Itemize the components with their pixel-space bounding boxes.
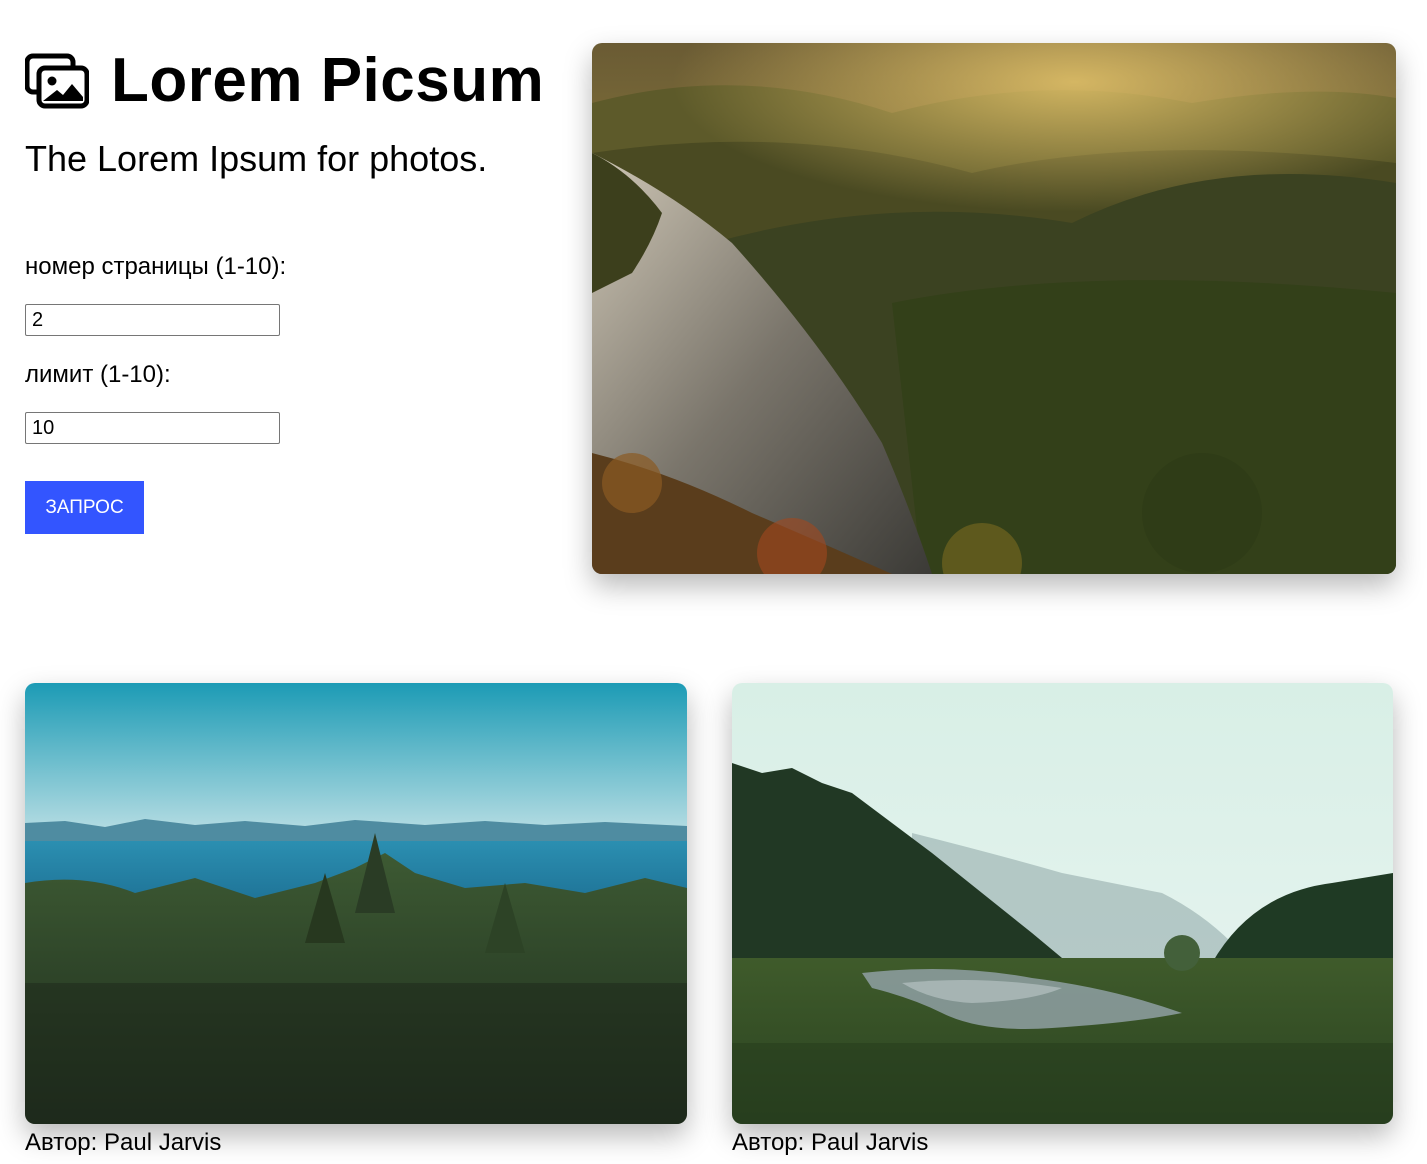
photo-author-2: Автор: Paul Jarvis [732,1129,929,1156]
images-icon [25,53,89,109]
brand: Lorem Picsum [25,50,544,112]
page-number-input[interactable] [25,304,280,336]
limit-label: лимит (1-10): [25,361,171,388]
page-number-label: номер страницы (1-10): [25,253,287,280]
page-title: Lorem Picsum [111,46,545,115]
request-button[interactable]: ЗАПРОС [25,481,144,534]
limit-input[interactable] [25,412,280,444]
tagline: The Lorem Ipsum for photos. [25,138,488,179]
page: Lorem Picsum The Lorem Ipsum for photos.… [0,0,1427,1164]
photo-author-1: Автор: Paul Jarvis [25,1129,222,1156]
featured-photo [592,43,1396,574]
gallery-photo-1 [25,683,687,1124]
gallery-photo-2 [732,683,1393,1124]
